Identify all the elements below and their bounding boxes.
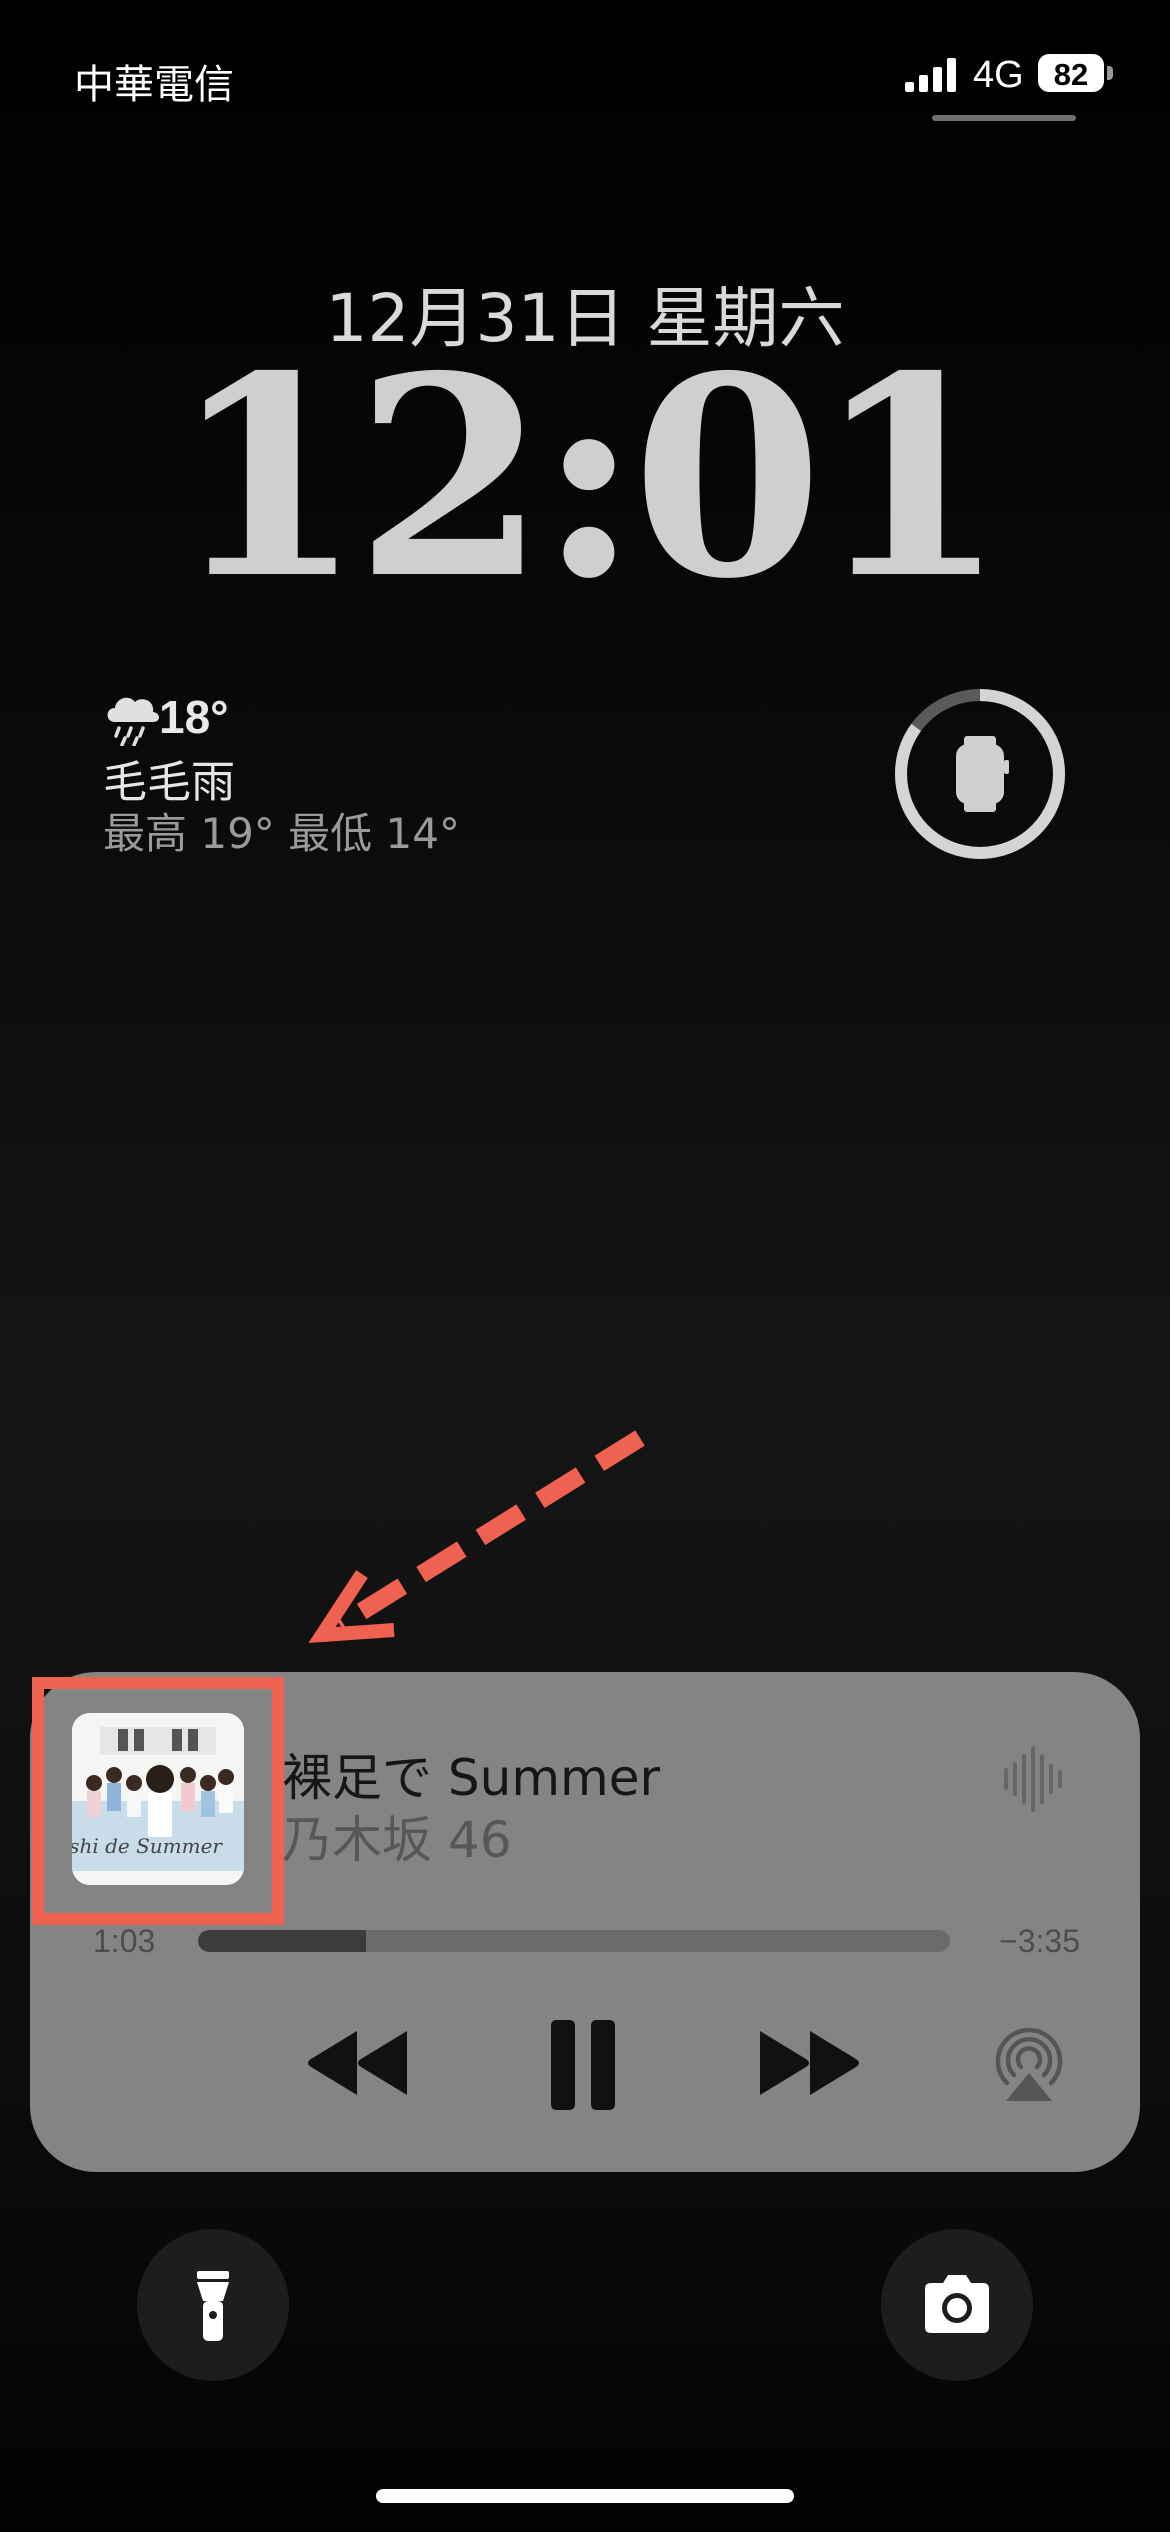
airplay-icon (995, 2027, 1063, 2101)
network-type-label: 4G (973, 54, 1024, 96)
camera-button[interactable] (881, 2229, 1033, 2381)
weather-high-low: 最高 19° 最低 14° (103, 809, 460, 858)
weather-widget[interactable]: 18° 毛毛雨 最高 19° 最低 14° (103, 690, 523, 860)
rewind-button[interactable] (305, 2027, 411, 2099)
flashlight-button[interactable] (137, 2229, 289, 2381)
playback-scrubber[interactable] (198, 1930, 950, 1952)
fast-forward-icon (760, 2031, 859, 2095)
battery-icon: 82 (1038, 50, 1114, 94)
elapsed-time: 1:03 (93, 1923, 156, 1959)
carrier-label: 中華電信 (74, 62, 234, 108)
airplay-button[interactable] (990, 2025, 1068, 2103)
audio-waveform-icon (1004, 1746, 1062, 1812)
cloud-drizzle-icon (107, 697, 159, 746)
flashlight-icon (197, 2271, 229, 2341)
watch-battery-widget[interactable] (892, 686, 1068, 862)
cellular-signal-icon (905, 58, 956, 92)
pause-icon (551, 2020, 615, 2110)
notification-indicator (932, 115, 1076, 121)
battery-level-label: 82 (1053, 57, 1089, 92)
remaining-time: −3:35 (999, 1923, 1080, 1959)
annotation-highlight-box (32, 1677, 284, 1925)
annotation-arrow (308, 1430, 645, 1643)
watch-battery-ring (895, 689, 1065, 859)
home-indicator[interactable] (376, 2489, 794, 2503)
fast-forward-button[interactable] (756, 2027, 862, 2099)
pause-button[interactable] (547, 2018, 619, 2112)
rewind-icon (308, 2031, 407, 2095)
weather-temperature: 18° (159, 691, 229, 743)
camera-icon (925, 2275, 989, 2333)
lock-screen-clock: 12:01 (171, 316, 1007, 639)
track-artist: 乃木坂 46 (282, 1811, 512, 1869)
apple-watch-icon (956, 736, 1009, 812)
playback-progress-fill (198, 1930, 367, 1952)
